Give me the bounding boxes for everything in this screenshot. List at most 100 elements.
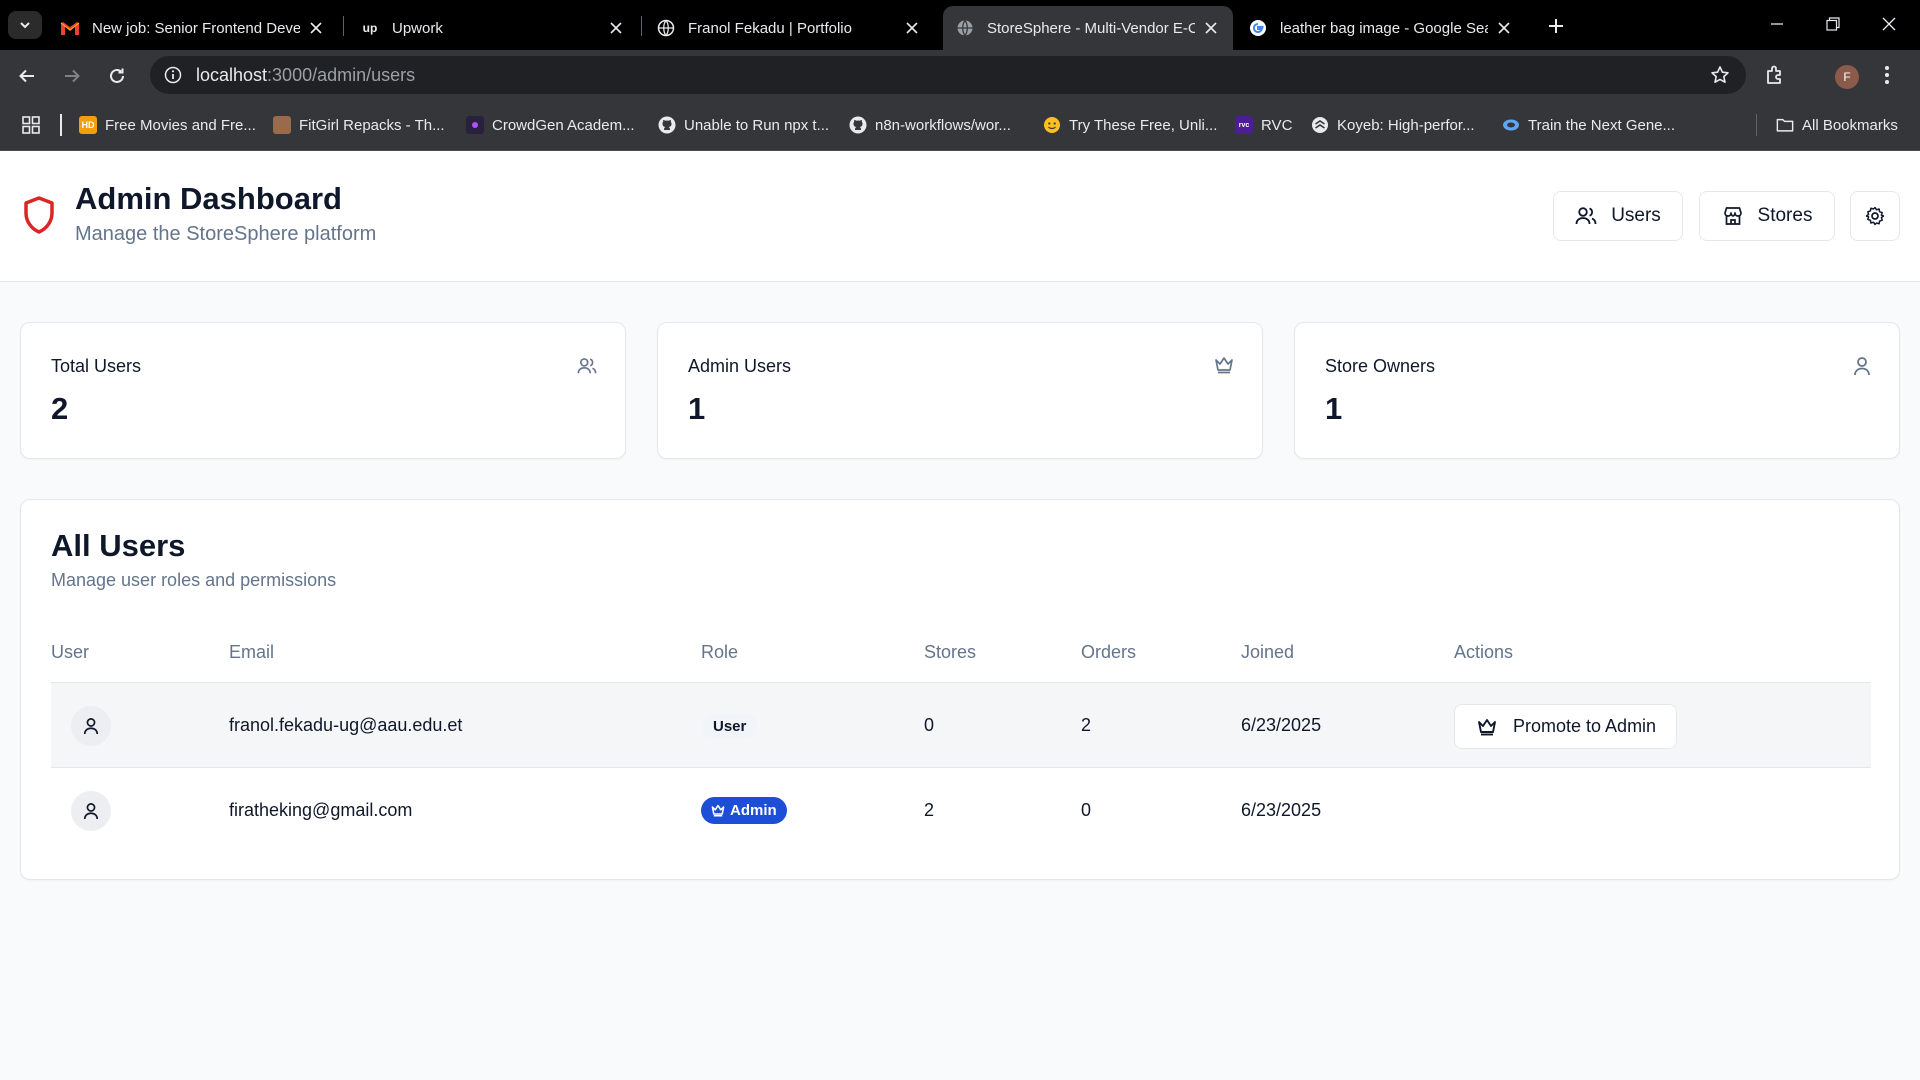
bookmark-item[interactable]: HD Free Movies and Fre... — [79, 113, 256, 137]
folder-icon — [1776, 116, 1794, 134]
user-icon — [1853, 356, 1871, 376]
close-tab-icon[interactable] — [606, 18, 626, 38]
bookmark-item[interactable]: Unable to Run npx t... — [658, 113, 829, 137]
bookmark-item[interactable]: Train the Next Gene... — [1502, 113, 1675, 137]
stat-value: 2 — [51, 391, 69, 426]
bookmark-label: Train the Next Gene... — [1528, 116, 1676, 134]
address-bar[interactable]: localhost:3000/admin/users — [150, 56, 1746, 94]
new-tab-button[interactable] — [1542, 12, 1570, 40]
apps-button[interactable] — [22, 113, 40, 137]
tab-google-search[interactable]: leather bag image - Google Search — [1236, 6, 1526, 50]
minimize-button[interactable] — [1754, 8, 1800, 40]
tab-gmail[interactable]: New job: Senior Frontend Developer — [48, 6, 338, 50]
tab-title: leather bag image - Google Search — [1280, 19, 1488, 37]
column-header-actions: Actions — [1454, 642, 1514, 662]
url-host: localhost — [196, 64, 268, 85]
users-icon — [577, 356, 597, 376]
bookmark-item[interactable]: rvc RVC — [1235, 113, 1292, 137]
bookmark-item[interactable]: CrowdGen Academ... — [466, 113, 635, 137]
tab-title: Upwork — [392, 19, 443, 37]
admin-header: Admin Dashboard Manage the StoreSphere p… — [0, 151, 1920, 282]
section-title: All Users — [51, 528, 186, 563]
stat-card-store-owners: Store Owners 1 — [1294, 322, 1900, 459]
bookmark-item[interactable]: FitGirl Repacks - Th... — [273, 113, 445, 137]
all-users-card: All Users Manage user roles and permissi… — [20, 499, 1900, 880]
close-tab-icon[interactable] — [306, 18, 326, 38]
column-header-joined: Joined — [1241, 642, 1295, 662]
column-header-stores: Stores — [924, 642, 977, 662]
stat-label: Total Users — [51, 356, 142, 376]
tab-title: StoreSphere - Multi-Vendor E-Commerce — [987, 19, 1195, 37]
column-header-orders: Orders — [1081, 642, 1137, 662]
users-nav-button[interactable]: Users — [1553, 191, 1683, 241]
extensions-icon[interactable] — [1764, 64, 1786, 86]
page-title: Admin Dashboard — [75, 181, 342, 216]
upwork-icon: up — [362, 21, 378, 35]
page-subtitle: Manage the StoreSphere platform — [75, 223, 377, 245]
bookmark-label: Unable to Run npx t... — [684, 116, 830, 134]
bookmark-divider — [1756, 114, 1757, 136]
bookmark-label: Try These Free, Unli... — [1069, 116, 1218, 134]
user-email: firatheking@gmail.com — [229, 800, 413, 820]
chevron-down-icon — [20, 22, 30, 29]
github-icon — [658, 116, 676, 134]
bookmark-label: FitGirl Repacks - Th... — [299, 116, 445, 134]
tab-search-button[interactable] — [8, 11, 42, 39]
fitgirl-icon — [273, 116, 291, 134]
bookmark-star-icon[interactable] — [1710, 65, 1730, 85]
forward-button[interactable] — [55, 59, 89, 93]
tab-portfolio[interactable]: Franol Fekadu | Portfolio — [644, 6, 934, 50]
reload-icon — [110, 68, 124, 83]
user-email: franol.fekadu-ug@aau.edu.et — [229, 715, 463, 735]
column-header-email: Email — [229, 642, 275, 662]
user-orders-count: 0 — [1081, 800, 1092, 820]
stores-nav-button[interactable]: Stores — [1699, 191, 1835, 241]
bookmark-item[interactable]: Try These Free, Unli... — [1043, 113, 1217, 137]
bookmark-label: Koyeb: High-perfor... — [1337, 116, 1475, 134]
site-info-icon[interactable] — [150, 66, 196, 84]
close-tab-icon[interactable] — [1494, 18, 1514, 38]
more-menu-icon[interactable] — [1884, 64, 1890, 86]
apps-grid-icon — [22, 116, 40, 134]
shield-icon — [22, 195, 56, 235]
avatar — [71, 706, 111, 746]
tab-title: New job: Senior Frontend Developer — [92, 19, 300, 37]
tab-storesphere[interactable]: StoreSphere - Multi-Vendor E-Commerce — [943, 6, 1233, 50]
tab-title: Franol Fekadu | Portfolio — [688, 19, 852, 37]
promote-to-admin-button[interactable]: Promote to Admin — [1454, 704, 1678, 749]
promote-button-label: Promote to Admin — [1513, 716, 1657, 736]
globe-icon — [656, 18, 676, 38]
restore-button[interactable] — [1810, 8, 1856, 40]
stat-label: Admin Users — [688, 356, 792, 376]
bookmark-item[interactable]: Koyeb: High-perfor... — [1311, 113, 1475, 137]
close-window-button[interactable] — [1866, 8, 1912, 40]
table-header: User Email Role Stores Orders Joined Act… — [51, 620, 1871, 683]
avatar — [71, 791, 111, 831]
bookmark-item[interactable]: n8n-workflows/wor... — [849, 113, 1011, 137]
stat-card-total-users: Total Users 2 — [20, 322, 626, 459]
close-tab-icon[interactable] — [1201, 18, 1221, 38]
tab-upwork[interactable]: up Upwork — [348, 6, 638, 50]
stat-label: Store Owners — [1325, 356, 1436, 376]
all-bookmarks-button[interactable]: All Bookmarks — [1776, 113, 1898, 137]
bookmark-label: All Bookmarks — [1802, 116, 1898, 134]
user-joined-date: 6/23/2025 — [1241, 800, 1322, 820]
user-stores-count: 0 — [924, 715, 935, 735]
google-icon — [1248, 18, 1268, 38]
gmail-icon — [60, 18, 80, 38]
user-stores-count: 2 — [924, 800, 935, 820]
profile-avatar[interactable]: F — [1835, 65, 1859, 89]
reload-button[interactable] — [100, 59, 134, 93]
settings-button[interactable] — [1850, 191, 1900, 241]
role-badge-user: User — [701, 713, 759, 739]
back-button[interactable] — [10, 59, 44, 93]
close-tab-icon[interactable] — [902, 18, 922, 38]
github-icon — [849, 116, 867, 134]
minimize-icon — [1771, 23, 1783, 25]
users-button-label: Users — [1611, 205, 1661, 226]
arrow-left-icon — [19, 69, 34, 83]
tab-separator — [641, 16, 642, 36]
crown-icon — [711, 804, 725, 817]
table-row: franol.fekadu-ug@aau.edu.et User 0 2 6/2… — [51, 683, 1871, 768]
bookmark-label: RVC — [1261, 116, 1293, 134]
